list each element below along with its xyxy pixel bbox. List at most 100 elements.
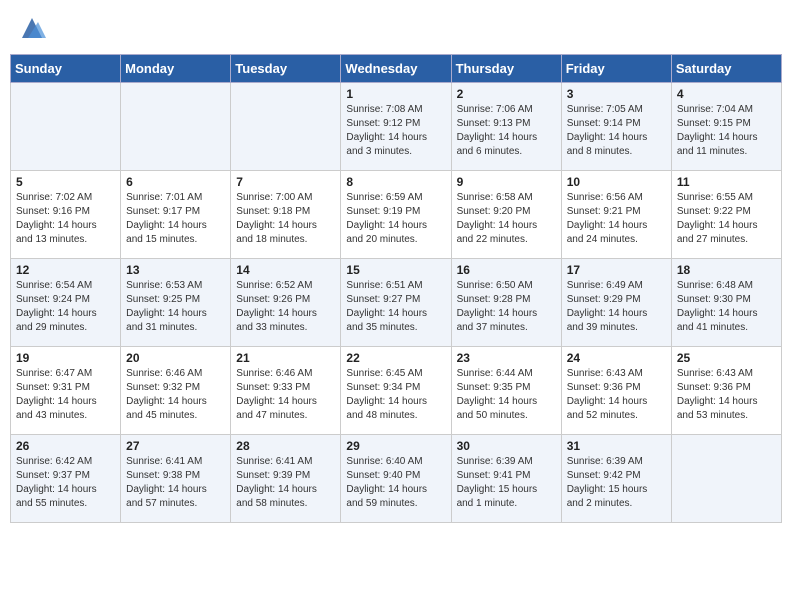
day-number: 26: [16, 439, 115, 453]
day-number: 19: [16, 351, 115, 365]
calendar-cell: 2 Sunrise: 7:06 AM Sunset: 9:13 PM Daylig…: [451, 83, 561, 171]
header-tuesday: Tuesday: [231, 55, 341, 83]
day-number: 9: [457, 175, 556, 189]
week-row-1: 5 Sunrise: 7:02 AM Sunset: 9:16 PM Daylig…: [11, 171, 782, 259]
day-number: 17: [567, 263, 666, 277]
cell-info: Sunrise: 7:08 AM Sunset: 9:12 PM Dayligh…: [346, 103, 445, 159]
cell-info: Sunrise: 6:39 AM Sunset: 9:42 PM Dayligh…: [567, 455, 666, 511]
day-number: 20: [126, 351, 225, 365]
calendar-cell: 21 Sunrise: 6:46 AM Sunset: 9:33 PM Dayli…: [231, 347, 341, 435]
day-number: 14: [236, 263, 335, 277]
day-number: 23: [457, 351, 556, 365]
page-header: [10, 10, 782, 46]
header-monday: Monday: [121, 55, 231, 83]
day-number: 11: [677, 175, 776, 189]
cell-info: Sunrise: 7:04 AM Sunset: 9:15 PM Dayligh…: [677, 103, 776, 159]
calendar-cell: 22 Sunrise: 6:45 AM Sunset: 9:34 PM Dayli…: [341, 347, 451, 435]
calendar-cell: 28 Sunrise: 6:41 AM Sunset: 9:39 PM Dayli…: [231, 435, 341, 523]
calendar-cell: 4 Sunrise: 7:04 AM Sunset: 9:15 PM Daylig…: [671, 83, 781, 171]
cell-info: Sunrise: 6:46 AM Sunset: 9:33 PM Dayligh…: [236, 367, 335, 423]
week-row-2: 12 Sunrise: 6:54 AM Sunset: 9:24 PM Dayli…: [11, 259, 782, 347]
calendar-header-row: SundayMondayTuesdayWednesdayThursdayFrid…: [11, 55, 782, 83]
day-number: 8: [346, 175, 445, 189]
cell-info: Sunrise: 6:41 AM Sunset: 9:38 PM Dayligh…: [126, 455, 225, 511]
cell-info: Sunrise: 6:42 AM Sunset: 9:37 PM Dayligh…: [16, 455, 115, 511]
cell-info: Sunrise: 6:59 AM Sunset: 9:19 PM Dayligh…: [346, 191, 445, 247]
logo-icon: [18, 14, 46, 42]
cell-info: Sunrise: 7:01 AM Sunset: 9:17 PM Dayligh…: [126, 191, 225, 247]
day-number: 6: [126, 175, 225, 189]
day-number: 2: [457, 87, 556, 101]
calendar-cell: 18 Sunrise: 6:48 AM Sunset: 9:30 PM Dayli…: [671, 259, 781, 347]
calendar-table: SundayMondayTuesdayWednesdayThursdayFrid…: [10, 54, 782, 523]
calendar-cell: 29 Sunrise: 6:40 AM Sunset: 9:40 PM Dayli…: [341, 435, 451, 523]
calendar-cell: [121, 83, 231, 171]
cell-info: Sunrise: 6:48 AM Sunset: 9:30 PM Dayligh…: [677, 279, 776, 335]
week-row-4: 26 Sunrise: 6:42 AM Sunset: 9:37 PM Dayli…: [11, 435, 782, 523]
calendar-cell: 26 Sunrise: 6:42 AM Sunset: 9:37 PM Dayli…: [11, 435, 121, 523]
cell-info: Sunrise: 6:56 AM Sunset: 9:21 PM Dayligh…: [567, 191, 666, 247]
day-number: 21: [236, 351, 335, 365]
calendar-cell: [671, 435, 781, 523]
cell-info: Sunrise: 7:05 AM Sunset: 9:14 PM Dayligh…: [567, 103, 666, 159]
logo: [16, 14, 46, 42]
day-number: 10: [567, 175, 666, 189]
day-number: 18: [677, 263, 776, 277]
calendar-cell: 25 Sunrise: 6:43 AM Sunset: 9:36 PM Dayli…: [671, 347, 781, 435]
cell-info: Sunrise: 6:43 AM Sunset: 9:36 PM Dayligh…: [677, 367, 776, 423]
day-number: 22: [346, 351, 445, 365]
calendar-cell: 15 Sunrise: 6:51 AM Sunset: 9:27 PM Dayli…: [341, 259, 451, 347]
day-number: 27: [126, 439, 225, 453]
day-number: 25: [677, 351, 776, 365]
calendar-cell: 16 Sunrise: 6:50 AM Sunset: 9:28 PM Dayli…: [451, 259, 561, 347]
calendar-cell: 20 Sunrise: 6:46 AM Sunset: 9:32 PM Dayli…: [121, 347, 231, 435]
week-row-0: 1 Sunrise: 7:08 AM Sunset: 9:12 PM Daylig…: [11, 83, 782, 171]
cell-info: Sunrise: 6:55 AM Sunset: 9:22 PM Dayligh…: [677, 191, 776, 247]
day-number: 13: [126, 263, 225, 277]
day-number: 16: [457, 263, 556, 277]
calendar-cell: 17Sunrise: 6:49 AM Sunset: 9:29 PM Dayli…: [561, 259, 671, 347]
cell-info: Sunrise: 6:50 AM Sunset: 9:28 PM Dayligh…: [457, 279, 556, 335]
calendar-cell: [11, 83, 121, 171]
calendar-cell: 19 Sunrise: 6:47 AM Sunset: 9:31 PM Dayli…: [11, 347, 121, 435]
calendar-cell: 30 Sunrise: 6:39 AM Sunset: 9:41 PM Dayli…: [451, 435, 561, 523]
cell-info: Sunrise: 7:02 AM Sunset: 9:16 PM Dayligh…: [16, 191, 115, 247]
calendar-cell: 27 Sunrise: 6:41 AM Sunset: 9:38 PM Dayli…: [121, 435, 231, 523]
calendar-cell: 3 Sunrise: 7:05 AM Sunset: 9:14 PM Daylig…: [561, 83, 671, 171]
calendar-cell: 24Sunrise: 6:43 AM Sunset: 9:36 PM Dayli…: [561, 347, 671, 435]
header-saturday: Saturday: [671, 55, 781, 83]
cell-info: Sunrise: 6:41 AM Sunset: 9:39 PM Dayligh…: [236, 455, 335, 511]
calendar-cell: 10 Sunrise: 6:56 AM Sunset: 9:21 PM Dayli…: [561, 171, 671, 259]
calendar-cell: 9Sunrise: 6:58 AM Sunset: 9:20 PM Daylig…: [451, 171, 561, 259]
day-number: 31: [567, 439, 666, 453]
header-sunday: Sunday: [11, 55, 121, 83]
day-number: 30: [457, 439, 556, 453]
day-number: 15: [346, 263, 445, 277]
cell-info: Sunrise: 6:54 AM Sunset: 9:24 PM Dayligh…: [16, 279, 115, 335]
day-number: 29: [346, 439, 445, 453]
calendar-cell: 7Sunrise: 7:00 AM Sunset: 9:18 PM Daylig…: [231, 171, 341, 259]
calendar-cell: 6 Sunrise: 7:01 AM Sunset: 9:17 PM Daylig…: [121, 171, 231, 259]
cell-info: Sunrise: 6:43 AM Sunset: 9:36 PM Dayligh…: [567, 367, 666, 423]
cell-info: Sunrise: 6:45 AM Sunset: 9:34 PM Dayligh…: [346, 367, 445, 423]
cell-info: Sunrise: 6:40 AM Sunset: 9:40 PM Dayligh…: [346, 455, 445, 511]
cell-info: Sunrise: 6:51 AM Sunset: 9:27 PM Dayligh…: [346, 279, 445, 335]
cell-info: Sunrise: 6:46 AM Sunset: 9:32 PM Dayligh…: [126, 367, 225, 423]
cell-info: Sunrise: 7:06 AM Sunset: 9:13 PM Dayligh…: [457, 103, 556, 159]
day-number: 12: [16, 263, 115, 277]
header-friday: Friday: [561, 55, 671, 83]
day-number: 3: [567, 87, 666, 101]
cell-info: Sunrise: 6:39 AM Sunset: 9:41 PM Dayligh…: [457, 455, 556, 511]
day-number: 7: [236, 175, 335, 189]
calendar-cell: 1 Sunrise: 7:08 AM Sunset: 9:12 PM Daylig…: [341, 83, 451, 171]
calendar-cell: 31 Sunrise: 6:39 AM Sunset: 9:42 PM Dayli…: [561, 435, 671, 523]
day-number: 28: [236, 439, 335, 453]
day-number: 5: [16, 175, 115, 189]
calendar-cell: [231, 83, 341, 171]
cell-info: Sunrise: 6:44 AM Sunset: 9:35 PM Dayligh…: [457, 367, 556, 423]
day-number: 4: [677, 87, 776, 101]
cell-info: Sunrise: 6:47 AM Sunset: 9:31 PM Dayligh…: [16, 367, 115, 423]
day-number: 1: [346, 87, 445, 101]
calendar-cell: 11 Sunrise: 6:55 AM Sunset: 9:22 PM Dayli…: [671, 171, 781, 259]
calendar-cell: 14Sunrise: 6:52 AM Sunset: 9:26 PM Dayli…: [231, 259, 341, 347]
